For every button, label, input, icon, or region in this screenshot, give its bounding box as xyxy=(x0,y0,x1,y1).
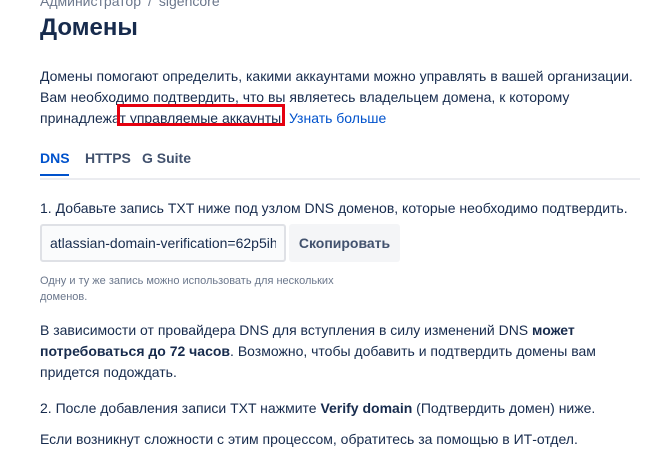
propagation-note: В зависимости от провайдера DNS для всту… xyxy=(40,320,650,383)
breadcrumb-item-admin[interactable]: Администратор xyxy=(40,0,141,9)
copy-button[interactable]: Скопировать xyxy=(289,224,400,262)
step2-text-bold: Verify domain xyxy=(320,400,413,416)
reuse-hint: Одну и ту же запись можно использовать д… xyxy=(40,275,334,303)
active-tab-indicator xyxy=(40,174,69,176)
tab-g-suite[interactable]: G Suite xyxy=(142,150,191,172)
breadcrumb-item-org[interactable]: sigencore xyxy=(159,0,220,9)
breadcrumb-separator: / xyxy=(148,0,152,9)
tab-bar-divider xyxy=(40,178,640,180)
breadcrumb: Администратор / sigencore xyxy=(40,0,220,9)
step2-text-pre: 2. После добавления записи TXT нажмите xyxy=(40,400,321,416)
intro-paragraph: Домены помогают определить, какими аккау… xyxy=(40,66,650,129)
propagation-text-pre: В зависимости от провайдера DNS для всту… xyxy=(40,322,533,338)
txt-record-field[interactable] xyxy=(40,224,286,262)
step2-instruction: 2. После добавления записи TXT нажмите V… xyxy=(40,398,650,419)
step1-instruction: 1. Добавьте запись TXT ниже под узлом DN… xyxy=(40,200,628,216)
tab-dns[interactable]: DNS xyxy=(40,150,70,172)
learn-more-link[interactable]: Узнать больше xyxy=(289,110,386,126)
page-title: Домены xyxy=(40,14,138,41)
help-note: Если возникнут сложности с этим процессо… xyxy=(40,431,578,447)
tab-https[interactable]: HTTPS xyxy=(85,150,131,172)
tab-bar: DNS HTTPS G Suite xyxy=(40,150,640,178)
step2-text-post: (Подтвердить домен) ниже. xyxy=(412,400,596,416)
